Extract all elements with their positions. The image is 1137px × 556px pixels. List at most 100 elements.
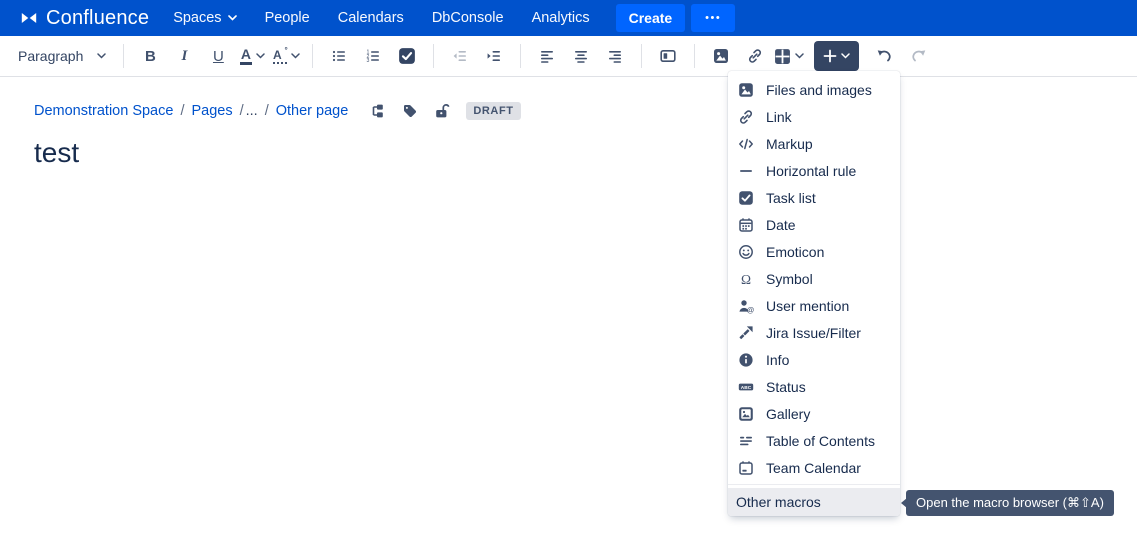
menu-item-status[interactable]: ABC Status (728, 373, 900, 400)
outdent-button (445, 41, 475, 71)
menu-item-label: Jira Issue/Filter (766, 325, 861, 341)
more-button[interactable]: ••• (691, 4, 735, 32)
menu-item-files-and-images[interactable]: Files and images (728, 76, 900, 103)
date-icon (738, 217, 754, 233)
toolbar-separator (123, 44, 124, 68)
toolbar-separator (641, 44, 642, 68)
bullet-list-icon (331, 48, 347, 64)
brand-name: Confluence (46, 7, 149, 30)
markup-icon (738, 136, 754, 152)
menu-item-label: User mention (766, 298, 849, 314)
toolbar-separator (433, 44, 434, 68)
italic-button[interactable]: I (169, 41, 199, 71)
paragraph-style-dropdown[interactable]: Paragraph (12, 41, 112, 71)
confluence-brand[interactable]: Confluence (20, 7, 149, 30)
unlock-icon[interactable] (434, 103, 450, 119)
page-title[interactable]: test (34, 137, 1137, 169)
menu-item-label: Other macros (736, 494, 821, 510)
nav-item-people[interactable]: People (263, 6, 312, 30)
chevron-down-icon (256, 53, 265, 59)
menu-item-horizontal-rule[interactable]: Horizontal rule (728, 157, 900, 184)
insert-link-button[interactable] (740, 41, 770, 71)
chevron-down-icon (228, 15, 237, 21)
chevron-down-icon (97, 53, 106, 59)
insert-more-content-dropdown[interactable] (814, 41, 859, 71)
menu-item-label: Date (766, 217, 796, 233)
label-tag-icon[interactable] (402, 103, 418, 119)
menu-item-label: Emoticon (766, 244, 824, 260)
page-layout-icon (659, 48, 677, 64)
menu-item-date[interactable]: Date (728, 211, 900, 238)
align-left-button[interactable] (532, 41, 562, 71)
bullet-list-button[interactable] (324, 41, 354, 71)
status-icon: ABC (738, 379, 754, 395)
link-icon (738, 109, 754, 125)
create-button[interactable]: Create (616, 4, 686, 32)
menu-item-task-list[interactable]: Task list (728, 184, 900, 211)
bold-button[interactable]: B (135, 41, 165, 71)
underline-button[interactable]: U (203, 41, 233, 71)
menu-item-team-calendar[interactable]: Team Calendar (728, 454, 900, 481)
menu-item-label: Symbol (766, 271, 813, 287)
undo-button[interactable] (869, 41, 899, 71)
nav-item-analytics[interactable]: Analytics (530, 6, 592, 30)
nav-item-dbconsole[interactable]: DbConsole (430, 6, 506, 30)
text-color-dropdown[interactable]: A (237, 41, 267, 71)
breadcrumb-link-pages[interactable]: Pages (191, 103, 232, 119)
nav-item-calendars[interactable]: Calendars (336, 6, 406, 30)
menu-item-label: Info (766, 352, 789, 368)
chevron-down-icon (795, 53, 804, 59)
align-left-icon (539, 48, 555, 64)
insert-image-button[interactable] (706, 41, 736, 71)
menu-item-label: Gallery (766, 406, 810, 422)
svg-text:@: @ (747, 305, 754, 313)
menu-item-markup[interactable]: Markup (728, 130, 900, 157)
menu-item-link[interactable]: Link (728, 103, 900, 130)
toolbar-separator (520, 44, 521, 68)
breadcrumb-separator: / (265, 103, 269, 119)
menu-item-table-of-contents[interactable]: Table of Contents (728, 427, 900, 454)
menu-item-jira-issue-filter[interactable]: Jira Issue/Filter (728, 319, 900, 346)
undo-icon (876, 48, 893, 64)
breadcrumb: Demonstration Space / Pages / ... / Othe… (34, 101, 1137, 121)
breadcrumb-separator: / (180, 103, 184, 119)
team-calendar-icon (738, 460, 754, 476)
align-right-button[interactable] (600, 41, 630, 71)
toolbar-separator (694, 44, 695, 68)
menu-item-info[interactable]: Info (728, 346, 900, 373)
align-center-button[interactable] (566, 41, 596, 71)
tooltip-text: Open the macro browser (⌘⇧A) (916, 495, 1104, 511)
breadcrumb-separator: / (240, 103, 244, 119)
menu-item-emoticon[interactable]: Emoticon (728, 238, 900, 265)
breadcrumb-link-other-page[interactable]: Other page (276, 103, 349, 119)
redo-button (903, 41, 933, 71)
breadcrumb-ellipsis[interactable]: ... (246, 103, 258, 119)
task-list-button[interactable] (392, 41, 422, 71)
menu-item-other-macros[interactable]: Other macros (728, 488, 900, 516)
horizontal-rule-icon (738, 163, 754, 179)
nav-item-label: DbConsole (432, 10, 504, 26)
menu-item-gallery[interactable]: Gallery (728, 400, 900, 427)
menu-item-user-mention[interactable]: @ User mention (728, 292, 900, 319)
page-layout-button[interactable] (653, 41, 683, 71)
plus-icon (823, 49, 837, 63)
numbered-list-icon: 1 2 3 (365, 48, 381, 64)
nav-item-label: Calendars (338, 10, 404, 26)
insert-dropdown-menu: Files and images Link Markup Horizontal … (728, 71, 900, 516)
insert-table-dropdown[interactable] (774, 41, 804, 71)
svg-text:Ω: Ω (741, 271, 751, 286)
more-formatting-dropdown[interactable]: A° (271, 41, 301, 71)
task-list-icon (738, 190, 754, 206)
numbered-list-button[interactable]: 1 2 3 (358, 41, 388, 71)
draft-status-badge: DRAFT (466, 102, 520, 120)
indent-icon (486, 48, 502, 64)
menu-item-label: Task list (766, 190, 816, 206)
more-formatting-icon: A° (273, 49, 287, 64)
indent-button[interactable] (479, 41, 509, 71)
breadcrumb-link-space[interactable]: Demonstration Space (34, 103, 173, 119)
chevron-down-icon (291, 53, 300, 59)
menu-item-symbol[interactable]: Ω Symbol (728, 265, 900, 292)
nav-item-spaces[interactable]: Spaces (171, 6, 238, 30)
page-tree-icon[interactable] (370, 103, 386, 119)
nav-item-label: People (265, 10, 310, 26)
